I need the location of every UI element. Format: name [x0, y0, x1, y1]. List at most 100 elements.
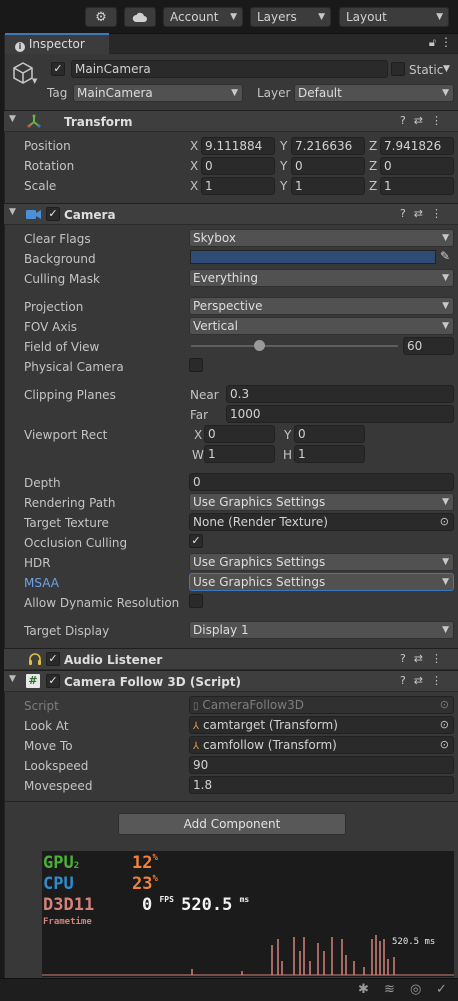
- far-input[interactable]: 1000: [226, 405, 454, 423]
- clear-flags-dropdown[interactable]: Skybox ▼: [189, 229, 454, 247]
- object-name-input[interactable]: MainCamera: [71, 60, 388, 78]
- object-picker-icon[interactable]: ⊙: [440, 514, 449, 530]
- position-z-value: 7.941826: [384, 139, 442, 153]
- viewport-y-input[interactable]: 0: [294, 425, 365, 443]
- presets-icon[interactable]: ⇄: [414, 674, 431, 687]
- foldout-arrow-icon[interactable]: ▼: [9, 207, 16, 217]
- viewport-w-input[interactable]: 1: [204, 445, 275, 463]
- eyedropper-icon[interactable]: ✎: [440, 249, 450, 263]
- account-dropdown[interactable]: Account ▼: [163, 7, 243, 27]
- field-of-view-input[interactable]: 60: [403, 337, 454, 355]
- scale-y-label: Y: [280, 179, 288, 193]
- help-icon[interactable]: ?: [400, 652, 414, 665]
- position-x-field[interactable]: 9.111884: [201, 137, 275, 155]
- rotation-x-label: X: [190, 159, 199, 173]
- culling-mask-dropdown[interactable]: Everything ▼: [189, 269, 454, 287]
- movespeed-input[interactable]: 1.8: [189, 776, 454, 794]
- scale-x-field[interactable]: 1: [201, 177, 275, 195]
- presets-icon[interactable]: ⇄: [414, 207, 431, 220]
- hdr-label: HDR: [24, 556, 51, 570]
- target-texture-field[interactable]: None (Render Texture) ⊙: [189, 513, 454, 531]
- field-of-view-slider-track[interactable]: [191, 345, 398, 347]
- movespeed-label: Movespeed: [24, 779, 93, 793]
- transform-header[interactable]: ▼ Transform ?⇄⋮: [4, 110, 458, 132]
- camera-follow-enabled-checkbox[interactable]: ✓: [46, 674, 60, 688]
- tag-value: MainCamera: [77, 86, 153, 100]
- static-dropdown-icon[interactable]: ▼: [443, 64, 450, 74]
- msaa-dropdown[interactable]: Use Graphics Settings ▼: [189, 573, 454, 591]
- layout-dropdown[interactable]: Layout ▼: [339, 7, 449, 27]
- more-menu-icon[interactable]: ⋮: [431, 207, 450, 220]
- allow-dynamic-resolution-checkbox[interactable]: [189, 594, 203, 608]
- layer-dropdown[interactable]: Default ▼: [294, 84, 454, 102]
- static-checkbox[interactable]: [391, 62, 405, 76]
- camera-enabled-checkbox[interactable]: ✓: [46, 207, 60, 221]
- field-of-view-value: 60: [407, 339, 423, 353]
- camera-header[interactable]: ▼ ✓ Camera ?⇄⋮: [4, 203, 458, 225]
- physical-camera-checkbox[interactable]: [189, 358, 203, 372]
- far-label: Far: [190, 408, 209, 422]
- active-checkbox[interactable]: ✓: [51, 62, 65, 76]
- scale-y-field[interactable]: 1: [291, 177, 365, 195]
- camera-follow-title: Camera Follow 3D (Script): [64, 675, 241, 689]
- viewport-x-input[interactable]: 0: [204, 425, 275, 443]
- audio-listener-header[interactable]: ✓ Audio Listener ?⇄⋮: [4, 648, 458, 670]
- scale-y-value: 1: [295, 179, 303, 193]
- scale-z-field[interactable]: 1: [380, 177, 454, 195]
- hdr-value: Use Graphics Settings: [193, 555, 326, 569]
- collab-button[interactable]: ⚙: [85, 7, 117, 27]
- position-y-field[interactable]: 7.216636: [291, 137, 365, 155]
- near-input[interactable]: 0.3: [226, 385, 454, 403]
- more-menu-icon[interactable]: ⋮: [431, 674, 450, 687]
- more-menu-icon[interactable]: ⋮: [431, 652, 450, 665]
- add-component-button[interactable]: Add Component: [118, 813, 346, 835]
- clipping-planes-label: Clipping Planes: [24, 388, 116, 402]
- ms-label: ms: [239, 895, 250, 904]
- position-z-field[interactable]: 7.941826: [380, 137, 454, 155]
- cache-icon[interactable]: ◎: [410, 982, 421, 997]
- move-to-field[interactable]: ⅄ camfollow (Transform) ⊙: [189, 736, 454, 754]
- presets-icon[interactable]: ⇄: [414, 652, 431, 665]
- bug-icon[interactable]: ✱: [358, 982, 369, 997]
- headphones-icon: [28, 652, 42, 668]
- rendering-path-dropdown[interactable]: Use Graphics Settings ▼: [189, 493, 454, 511]
- checkmark-circle-icon[interactable]: ✓: [436, 982, 447, 997]
- help-icon[interactable]: ?: [400, 674, 414, 687]
- foldout-arrow-icon[interactable]: ▼: [9, 114, 16, 124]
- help-icon[interactable]: ?: [400, 207, 414, 220]
- help-icon[interactable]: ?: [400, 114, 414, 127]
- projection-dropdown[interactable]: Perspective ▼: [189, 297, 454, 315]
- presets-icon[interactable]: ⇄: [414, 114, 431, 127]
- layers-stack-icon[interactable]: ≋: [384, 982, 395, 997]
- occlusion-culling-checkbox[interactable]: ✓: [189, 534, 203, 548]
- movespeed-value: 1.8: [193, 778, 213, 792]
- foldout-arrow-icon[interactable]: ▼: [9, 674, 16, 684]
- rotation-x-field[interactable]: 0: [201, 157, 275, 175]
- cloud-button[interactable]: [124, 7, 156, 27]
- look-at-field[interactable]: ⅄ camtarget (Transform) ⊙: [189, 716, 454, 734]
- cpu-value-text: 23: [132, 874, 153, 894]
- rotation-z-field[interactable]: 0: [380, 157, 454, 175]
- more-menu-icon[interactable]: ⋮: [431, 114, 450, 127]
- object-picker-icon: ⊙: [439, 698, 449, 711]
- lock-icon[interactable]: 🔓︎: [429, 36, 436, 50]
- fov-axis-dropdown[interactable]: Vertical ▼: [189, 317, 454, 335]
- more-menu-icon[interactable]: ⋮: [440, 35, 452, 49]
- object-picker-icon[interactable]: ⊙: [440, 737, 449, 753]
- hdr-dropdown[interactable]: Use Graphics Settings ▼: [189, 553, 454, 571]
- component-header-icons: ?⇄⋮: [400, 207, 450, 220]
- position-y-label: Y: [280, 139, 288, 153]
- layers-dropdown[interactable]: Layers ▼: [250, 7, 331, 27]
- object-picker-icon[interactable]: ⊙: [440, 717, 449, 733]
- viewport-h-label: H: [283, 448, 293, 462]
- audio-listener-enabled-checkbox[interactable]: ✓: [46, 652, 60, 666]
- depth-input[interactable]: 0: [189, 473, 454, 491]
- tab-inspector[interactable]: i Inspector: [5, 33, 109, 54]
- rotation-y-field[interactable]: 0: [291, 157, 365, 175]
- tag-dropdown[interactable]: MainCamera ▼: [73, 84, 243, 102]
- camera-follow-header[interactable]: ▼ # ✓ Camera Follow 3D (Script) ?⇄⋮: [4, 670, 458, 692]
- target-display-dropdown[interactable]: Display 1 ▼: [189, 621, 454, 639]
- background-color-swatch[interactable]: [190, 250, 436, 264]
- lookspeed-input[interactable]: 90: [189, 756, 454, 774]
- viewport-h-input[interactable]: 1: [294, 445, 365, 463]
